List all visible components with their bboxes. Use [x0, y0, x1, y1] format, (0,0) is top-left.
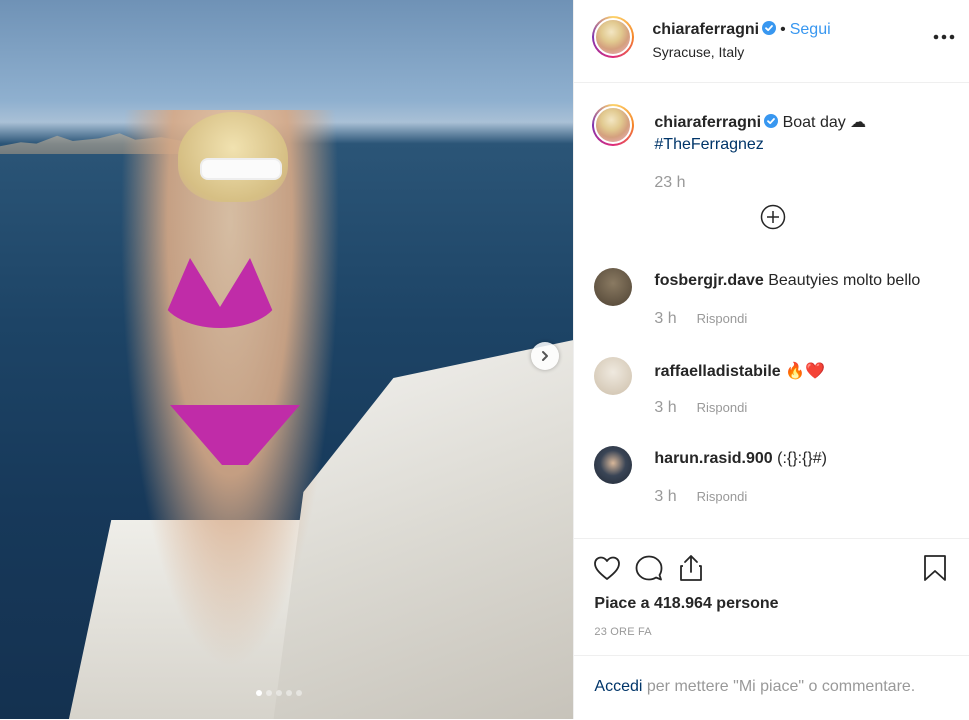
post-photo[interactable] [0, 0, 574, 719]
post-date: 23 ORE FA [594, 626, 652, 638]
comment-avatar[interactable] [594, 446, 633, 484]
post-actions: Piace a 418.964 persone 23 ORE FA Accedi… [574, 538, 969, 719]
comment-body: harun.rasid.900 (:{}:{}#) [654, 450, 827, 468]
comment-username[interactable]: raffaelladistabile [654, 363, 780, 380]
caption-username[interactable]: chiaraferragni [654, 114, 761, 131]
comment-meta: 3 h Rispondi [654, 310, 747, 328]
comment-text: 🔥❤️ [785, 363, 825, 380]
comment-icon[interactable] [634, 553, 664, 583]
post-side-panel: chiaraferragni • Segui Syracuse, Italy chi… [573, 0, 969, 719]
author-username[interactable]: chiaraferragni [652, 21, 759, 38]
comment-text: (:{}:{}#) [777, 450, 827, 467]
login-text: Accedi per mettere "Mi piace" o commenta… [594, 678, 915, 696]
comment-meta: 3 h Rispondi [654, 399, 747, 417]
author-line: chiaraferragni • Segui [652, 21, 831, 39]
caption-author-avatar[interactable] [592, 104, 635, 146]
comment-avatar[interactable] [594, 357, 633, 395]
reply-button[interactable]: Rispondi [697, 489, 748, 504]
carousel-dot [286, 690, 292, 696]
comment-time: 3 h [654, 399, 677, 416]
comment-avatar[interactable] [594, 268, 633, 306]
reply-button[interactable]: Rispondi [697, 400, 748, 415]
plus-circle-icon[interactable] [760, 204, 786, 230]
bookmark-icon[interactable] [920, 553, 950, 583]
comment-text: Beautyies molto bello [768, 272, 921, 289]
comment-username[interactable]: harun.rasid.900 [654, 450, 772, 467]
comment-body: fosbergjr.dave Beautyies molto bello [654, 272, 920, 290]
more-options-icon[interactable] [933, 28, 955, 40]
caption-text: Boat day ☁ [782, 114, 867, 131]
post-container: chiaraferragni • Segui Syracuse, Italy chi… [0, 0, 969, 719]
photo-sunglasses [200, 158, 282, 180]
carousel-dot [256, 690, 262, 696]
carousel-dot [276, 690, 282, 696]
comment-meta: 3 h Rispondi [654, 488, 747, 506]
follow-separator: • [780, 21, 786, 38]
author-avatar[interactable] [592, 16, 635, 58]
photo-hair [178, 112, 288, 202]
comment-body: raffaelladistabile 🔥❤️ [654, 361, 825, 381]
carousel-dot [266, 690, 272, 696]
post-header: chiaraferragni • Segui Syracuse, Italy [574, 0, 969, 83]
comment-username[interactable]: fosbergjr.dave [654, 272, 763, 289]
login-prompt: Accedi per mettere "Mi piace" o commenta… [574, 655, 969, 720]
follow-button[interactable]: Segui [790, 21, 831, 38]
verified-badge-icon [764, 114, 779, 128]
chevron-right-icon [542, 351, 549, 361]
caption-hashtag[interactable]: #TheFerragnez [654, 136, 763, 153]
comment-time: 3 h [654, 310, 677, 327]
likes-count[interactable]: Piace a 418.964 persone [594, 595, 778, 613]
carousel-indicator [256, 690, 302, 696]
verified-badge-icon [762, 21, 777, 35]
caption-time: 23 h [654, 174, 686, 191]
heart-icon[interactable] [592, 553, 622, 583]
login-rest-text: per mettere "Mi piace" o commentare. [642, 678, 916, 695]
carousel-dot [296, 690, 302, 696]
share-icon[interactable] [676, 553, 706, 583]
post-location[interactable]: Syracuse, Italy [652, 44, 744, 60]
reply-button[interactable]: Rispondi [697, 311, 748, 326]
caption: chiaraferragni Boat day ☁ #TheFerragnez … [654, 112, 954, 192]
login-link[interactable]: Accedi [594, 678, 642, 695]
comment-time: 3 h [654, 488, 677, 505]
